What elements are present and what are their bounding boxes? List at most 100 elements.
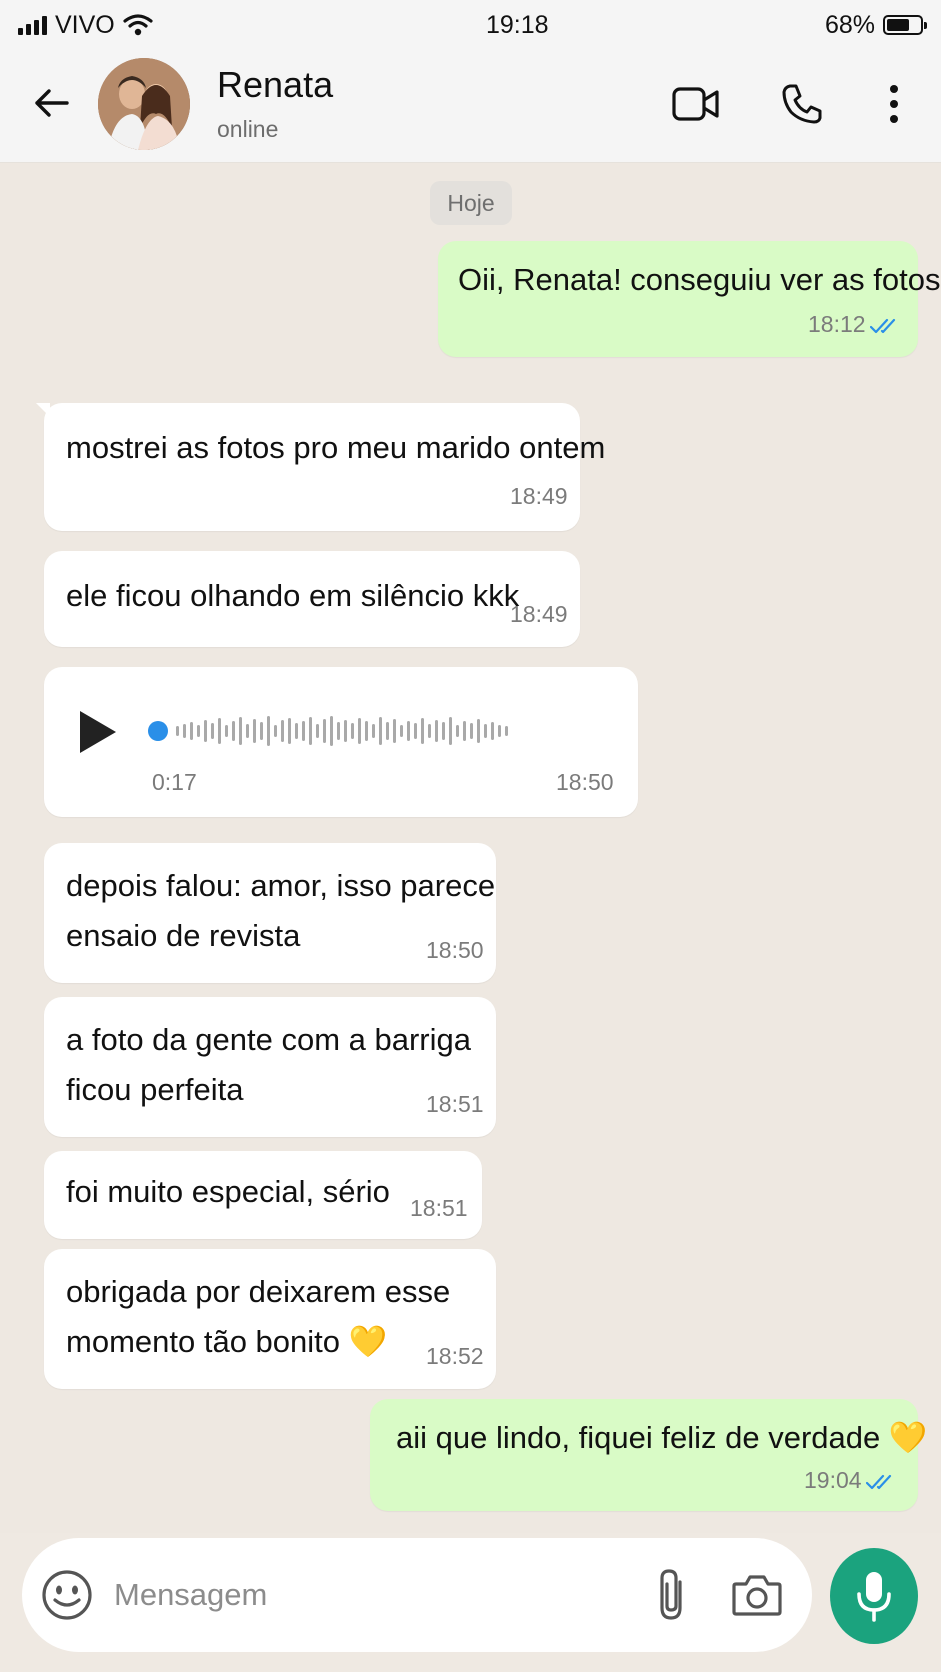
video-camera-icon [672, 87, 719, 121]
waveform-bar [218, 718, 221, 744]
waveform-bar [484, 724, 487, 738]
back-button[interactable] [28, 80, 74, 126]
waveform-bar [421, 718, 424, 744]
waveform-bar [400, 725, 403, 737]
phone-icon [782, 84, 822, 124]
waveform-bar [351, 723, 354, 739]
signal-icon [18, 15, 47, 35]
microphone-icon [857, 1572, 891, 1622]
more-vertical-icon [890, 85, 898, 123]
bubble-tail [36, 403, 50, 417]
status-left: VIVO [18, 11, 153, 40]
voice-duration: 0:17 [152, 769, 197, 795]
avatar-photo [98, 58, 190, 150]
message-text: mostrei as fotos pro meu marido ontem [66, 430, 606, 465]
battery-percent: 68% [824, 10, 875, 39]
waveform-bar [498, 725, 501, 737]
message-text: aii que lindo, fiquei feliz de verdade 💛 [396, 1420, 928, 1455]
waveform-bar [344, 720, 347, 742]
waveform-bar [176, 726, 179, 736]
message-composer [22, 1538, 812, 1652]
message-time: 18:51 [426, 1091, 484, 1117]
camera-icon[interactable] [730, 1568, 784, 1622]
waveform-bar [232, 721, 235, 741]
mic-button[interactable] [830, 1548, 918, 1644]
waveform-bar [274, 725, 277, 737]
message-bubble-incoming[interactable]: foi muito especial, sério 18:51 [44, 1151, 482, 1239]
waveform-bar [428, 724, 431, 738]
waveform-bar [183, 724, 186, 738]
waveform-bar [414, 723, 417, 739]
message-time: 18:12 [808, 311, 866, 337]
message-input[interactable] [114, 1568, 634, 1622]
double-check-icon [870, 318, 896, 334]
status-bar: VIVO 19:18 68% [0, 0, 941, 50]
voice-waveform[interactable] [176, 713, 508, 749]
waveform-bar [491, 722, 494, 740]
waveform-bar [456, 725, 459, 737]
battery-icon [883, 15, 927, 35]
waveform-bar [372, 724, 375, 738]
message-bubble-incoming[interactable]: depois falou: amor, isso parece ensaio d… [44, 843, 496, 983]
wifi-icon [123, 14, 153, 36]
message-time: 18:50 [426, 937, 484, 963]
message-time: 18:52 [426, 1343, 484, 1369]
waveform-bar [365, 721, 368, 741]
waveform-bar [407, 721, 410, 741]
message-bubble-incoming[interactable]: ele ficou olhando em silêncio kkk 18:49 [44, 551, 580, 647]
voice-call-button[interactable] [772, 74, 832, 134]
message-bubble-outgoing[interactable]: Oii, Renata! conseguiu ver as fotos? 18:… [438, 241, 941, 357]
chat-header: Renata online [0, 50, 941, 163]
waveform-bar [463, 721, 466, 741]
message-bubble-incoming[interactable]: obrigada por deixarem esse momento tão b… [44, 1249, 496, 1389]
waveform-bar [435, 720, 438, 742]
waveform-bar [309, 717, 312, 745]
waveform-bar [379, 717, 382, 745]
message-text: depois falou: amor, isso parece [66, 868, 496, 903]
message-time: 18:51 [410, 1195, 468, 1221]
waveform-bar [204, 720, 207, 742]
more-options-button[interactable] [864, 74, 924, 134]
message-time: 18:49 [510, 483, 568, 509]
message-text: ensaio de revista [66, 918, 301, 953]
message-time: 18:50 [556, 769, 614, 795]
waveform-bar [197, 725, 200, 737]
chat-area[interactable]: Hoje Oii, Renata! conseguiu ver as fotos… [0, 163, 941, 1533]
waveform-bar [358, 718, 361, 744]
waveform-bar [190, 722, 193, 740]
smiley-icon[interactable] [40, 1568, 94, 1622]
waveform-bar [225, 725, 228, 737]
avatar[interactable] [98, 58, 190, 150]
waveform-bar [288, 718, 291, 744]
message-bubble-incoming[interactable]: mostrei as fotos pro meu marido ontem 18… [36, 403, 605, 531]
message-text: momento tão bonito 💛 [66, 1324, 388, 1359]
waveform-bar [442, 722, 445, 740]
message-time: 18:49 [510, 601, 568, 627]
message-time: 19:04 [804, 1467, 862, 1493]
message-text: foi muito especial, sério [66, 1174, 390, 1209]
waveform-bar [386, 722, 389, 740]
paperclip-icon[interactable] [650, 1566, 694, 1624]
waveform-bar [211, 723, 214, 739]
play-icon[interactable] [76, 707, 120, 757]
clock: 19:18 [486, 10, 549, 39]
waveform-bar [267, 716, 270, 746]
waveform-bar [246, 724, 249, 738]
double-check-icon [866, 1474, 892, 1490]
waveform-bar [449, 717, 452, 745]
status-right: 68% [824, 10, 927, 40]
date-chip: Hoje [430, 181, 512, 225]
voice-progress-handle[interactable] [148, 721, 168, 741]
waveform-bar [295, 723, 298, 739]
waveform-bar [253, 719, 256, 743]
message-bubble-incoming[interactable]: a foto da gente com a barriga ficou perf… [44, 997, 496, 1137]
contact-name[interactable]: Renata [217, 64, 333, 106]
waveform-bar [337, 722, 340, 740]
video-call-button[interactable] [666, 74, 726, 134]
carrier-label: VIVO [55, 10, 115, 39]
voice-message-bubble[interactable]: 0:17 18:50 [44, 667, 638, 817]
message-text: obrigada por deixarem esse [66, 1274, 451, 1309]
message-bubble-outgoing[interactable]: aii que lindo, fiquei feliz de verdade 💛… [370, 1399, 927, 1511]
message-text: ficou perfeita [66, 1072, 244, 1107]
waveform-bar [323, 719, 326, 743]
